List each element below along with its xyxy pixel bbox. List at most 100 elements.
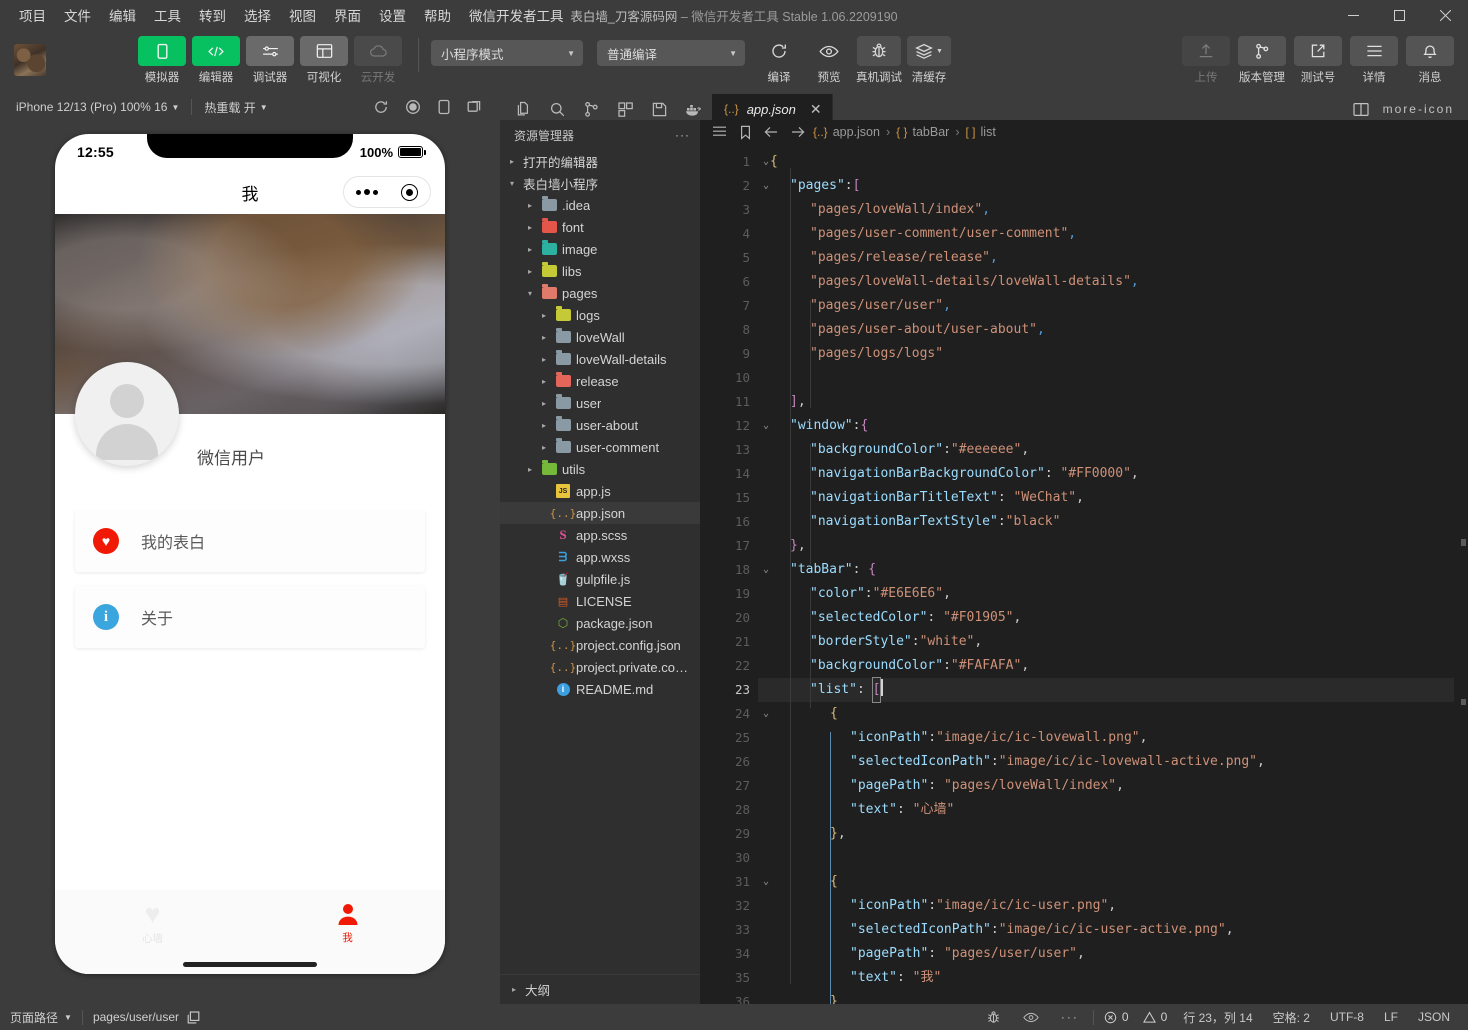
chevron-right-icon[interactable]: ▸ xyxy=(524,223,536,232)
code-line-33[interactable]: "selectedIconPath":"image/ic/ic-user-act… xyxy=(758,918,1454,942)
code-line-15[interactable]: "navigationBarTitleText": "WeChat", xyxy=(758,486,1454,510)
code-line-23[interactable]: "list": [ xyxy=(758,678,1454,702)
chevron-down-icon[interactable]: ▾ xyxy=(524,289,536,298)
code-line-3[interactable]: "pages/loveWall/index", xyxy=(758,198,1454,222)
code-line-24[interactable]: { xyxy=(758,702,1454,726)
eye-icon[interactable] xyxy=(1023,1010,1039,1025)
minimize-button[interactable] xyxy=(1330,0,1376,30)
more-dots-icon[interactable] xyxy=(356,189,378,195)
toolbar-right-版本管理[interactable]: 版本管理 xyxy=(1236,36,1288,85)
code-line-27[interactable]: "pagePath": "pages/loveWall/index", xyxy=(758,774,1454,798)
code-line-31[interactable]: { xyxy=(758,870,1454,894)
chevron-right-icon[interactable]: ▸ xyxy=(524,245,536,254)
indent-setting[interactable]: 空格: 2 xyxy=(1273,1009,1310,1026)
avatar[interactable] xyxy=(75,362,179,466)
extensions-icon[interactable] xyxy=(608,96,642,122)
close-icon[interactable]: ✕ xyxy=(810,101,822,118)
code-line-19[interactable]: "color":"#E6E6E6", xyxy=(758,582,1454,606)
chevron-right-icon[interactable]: ▸ xyxy=(524,465,536,474)
file-tree-item-libs[interactable]: ▸libs xyxy=(500,260,700,282)
toolbar-right-详情[interactable]: 详情 xyxy=(1348,36,1400,85)
file-tree-item-project.config.json[interactable]: {..}project.config.json xyxy=(500,634,700,656)
explorer-icon[interactable] xyxy=(506,96,540,122)
code-line-35[interactable]: "text": "我" xyxy=(758,966,1454,990)
more-icon[interactable]: more-icon xyxy=(1383,102,1454,116)
file-tree-item-app.json[interactable]: {..}app.json xyxy=(500,502,700,524)
file-tree-item-pages[interactable]: ▾pages xyxy=(500,282,700,304)
chevron-right-icon[interactable]: ▸ xyxy=(538,421,550,430)
encoding[interactable]: UTF-8 xyxy=(1330,1010,1364,1024)
code-line-13[interactable]: "backgroundColor":"#eeeeee", xyxy=(758,438,1454,462)
code-content[interactable]: {"pages":["pages/loveWall/index","pages/… xyxy=(758,144,1454,1004)
language-mode[interactable]: JSON xyxy=(1418,1010,1450,1024)
code-line-14[interactable]: "navigationBarBackgroundColor": "#FF0000… xyxy=(758,462,1454,486)
code-editor[interactable]: 1⌄2⌄3456789101112⌄131415161718⌄192021222… xyxy=(700,144,1468,1004)
refresh-icon[interactable] xyxy=(373,99,389,115)
file-tree-item-loveWall-details[interactable]: ▸loveWall-details xyxy=(500,348,700,370)
docker-icon[interactable] xyxy=(676,96,710,122)
code-line-21[interactable]: "borderStyle":"white", xyxy=(758,630,1454,654)
menu-item-8[interactable]: 设置 xyxy=(370,1,415,29)
toolbar-action-预览[interactable]: 预览 xyxy=(805,36,853,85)
menu-item-5[interactable]: 选择 xyxy=(235,1,280,29)
toolbar-tool-调试器[interactable]: 调试器 xyxy=(246,36,294,85)
file-tree-item-LICENSE[interactable]: ▤LICENSE xyxy=(500,590,700,612)
list-item-my-confession[interactable]: ♥ 我的表白 xyxy=(75,510,425,572)
outline-section[interactable]: ▸ 大纲 xyxy=(500,974,700,1004)
tab-lovewall[interactable]: ♥ 心墙 xyxy=(55,890,250,956)
file-tree-item-utils[interactable]: ▸utils xyxy=(500,458,700,480)
toolbar-tool-可视化[interactable]: 可视化 xyxy=(300,36,348,85)
record-icon[interactable] xyxy=(405,99,421,115)
chevron-down-icon[interactable]: ▾ xyxy=(506,179,518,188)
search-icon[interactable] xyxy=(540,96,574,122)
code-line-5[interactable]: "pages/release/release", xyxy=(758,246,1454,270)
bookmark-icon[interactable] xyxy=(732,121,758,143)
toolbar-tool-云开发[interactable]: 云开发 xyxy=(354,36,402,85)
toolbar-tool-编辑器[interactable]: 编辑器 xyxy=(192,36,240,85)
close-capsule-icon[interactable] xyxy=(401,184,418,201)
chevron-right-icon[interactable]: ▸ xyxy=(524,267,536,276)
save-icon[interactable] xyxy=(642,96,676,122)
file-tree-item-font[interactable]: ▸font xyxy=(500,216,700,238)
mode-select[interactable]: 小程序模式 ▼ xyxy=(431,40,583,66)
file-tree-item-gulpfile.js[interactable]: 🥤gulpfile.js xyxy=(500,568,700,590)
menu-item-10[interactable]: 微信开发者工具 xyxy=(460,1,573,29)
code-line-2[interactable]: "pages":[ xyxy=(758,174,1454,198)
menu-item-2[interactable]: 编辑 xyxy=(100,1,145,29)
code-line-30[interactable] xyxy=(758,846,1454,870)
code-line-8[interactable]: "pages/user-about/user-about", xyxy=(758,318,1454,342)
error-count[interactable]: 0 xyxy=(1104,1010,1129,1024)
code-line-1[interactable]: { xyxy=(758,150,1454,174)
bug-icon[interactable] xyxy=(986,1010,1001,1025)
file-tree-item-app.js[interactable]: JSapp.js xyxy=(500,480,700,502)
breadcrumb-item-file[interactable]: {..} app.json xyxy=(810,125,883,139)
copy-icon[interactable] xyxy=(187,1011,200,1024)
code-line-26[interactable]: "selectedIconPath":"image/ic/ic-lovewall… xyxy=(758,750,1454,774)
list-item-about[interactable]: i 关于 xyxy=(75,586,425,648)
more-icon[interactable]: ··· xyxy=(675,128,690,142)
code-line-32[interactable]: "iconPath":"image/ic/ic-user.png", xyxy=(758,894,1454,918)
page-path-select[interactable]: 页面路径 ▼ xyxy=(0,1009,72,1026)
file-tree-item-release[interactable]: ▸release xyxy=(500,370,700,392)
chevron-right-icon[interactable]: ▸ xyxy=(538,333,550,342)
file-tree-item-project.private.config.js...[interactable]: {..}project.private.config.js... xyxy=(500,656,700,678)
explorer-section-1[interactable]: ▾表白墙小程序 xyxy=(500,172,700,194)
toolbar-action-编译[interactable]: 编译 xyxy=(755,36,803,85)
breadcrumb-item-tabbar[interactable]: { } tabBar xyxy=(893,125,952,139)
rotate-device-icon[interactable] xyxy=(437,99,451,115)
tab-user[interactable]: 我 xyxy=(250,890,445,956)
toolbar-right-消息[interactable]: 消息 xyxy=(1404,36,1456,85)
code-line-28[interactable]: "text": "心墙" xyxy=(758,798,1454,822)
code-line-9[interactable]: "pages/logs/logs" xyxy=(758,342,1454,366)
file-tree-item-user-comment[interactable]: ▸user-comment xyxy=(500,436,700,458)
chevron-right-icon[interactable]: ▸ xyxy=(538,377,550,386)
menu-item-9[interactable]: 帮助 xyxy=(415,1,460,29)
breadcrumb-item-list[interactable]: [ ] list xyxy=(963,125,999,139)
file-tree-item-image[interactable]: ▸image xyxy=(500,238,700,260)
close-button[interactable] xyxy=(1422,0,1468,30)
file-tree-item-README.md[interactable]: iREADME.md xyxy=(500,678,700,700)
file-tree-item-package.json[interactable]: ⬡package.json xyxy=(500,612,700,634)
file-tree-item-app.scss[interactable]: Sapp.scss xyxy=(500,524,700,546)
wechat-capsule[interactable] xyxy=(343,176,431,208)
code-line-18[interactable]: "tabBar": { xyxy=(758,558,1454,582)
